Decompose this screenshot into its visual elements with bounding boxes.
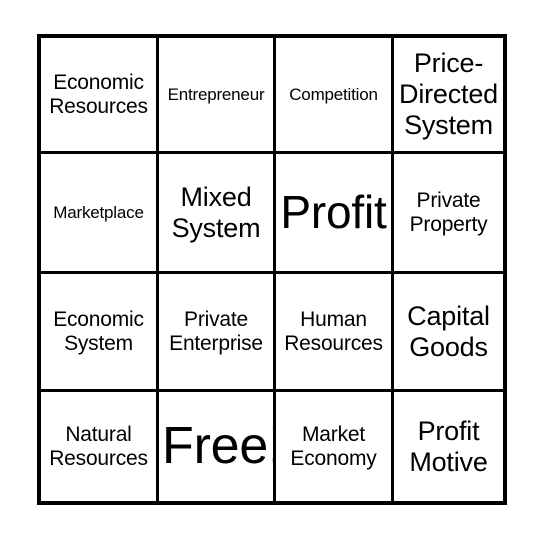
bingo-cell-r4c1[interactable]: Natural Resources [41, 392, 159, 501]
bingo-cell-label: Human Resources [284, 307, 383, 355]
bingo-cell-r3c3[interactable]: Human Resources [276, 274, 394, 392]
bingo-cell-r1c4[interactable]: Price- Directed System [394, 38, 503, 154]
bingo-cell-r1c3[interactable]: Competition [276, 38, 394, 154]
bingo-cell-r2c2[interactable]: Mixed System [159, 154, 276, 274]
bingo-cell-label: Market Economy [290, 422, 377, 470]
bingo-cell-r4c2[interactable]: Free! [159, 392, 276, 501]
bingo-cell-r1c2[interactable]: Entrepreneur [159, 38, 276, 154]
bingo-cell-label: Profit [280, 186, 387, 239]
bingo-cell-r4c3[interactable]: Market Economy [276, 392, 394, 501]
bingo-cell-r3c4[interactable]: Capital Goods [394, 274, 503, 392]
bingo-cell-label: Marketplace [53, 202, 144, 222]
bingo-cell-label: Economic Resources [49, 70, 148, 118]
bingo-cell-label: Capital Goods [407, 300, 490, 362]
bingo-cell-r2c4[interactable]: Private Property [394, 154, 503, 274]
bingo-cell-label: Economic System [53, 307, 144, 355]
bingo-cell-r3c1[interactable]: Economic System [41, 274, 159, 392]
bingo-cell-label: Entrepreneur [167, 84, 265, 104]
bingo-cell-label: Profit Motive [409, 415, 488, 477]
bingo-cell-label: Private Property [409, 188, 488, 236]
bingo-cell-r4c4[interactable]: Profit Motive [394, 392, 503, 501]
bingo-cell-label: Natural Resources [49, 422, 148, 470]
bingo-cell-r2c1[interactable]: Marketplace [41, 154, 159, 274]
bingo-cell-r3c2[interactable]: Private Enterprise [159, 274, 276, 392]
bingo-cell-label: Price- Directed System [399, 48, 498, 140]
bingo-cell-r2c3[interactable]: Profit [276, 154, 394, 274]
bingo-cell-r1c1[interactable]: Economic Resources [41, 38, 159, 154]
bingo-card-grid: Economic Resources Entrepreneur Competitio… [37, 34, 507, 505]
bingo-cell-label: Private Enterprise [169, 307, 263, 355]
bingo-cell-label: Competition [289, 84, 378, 104]
bingo-cell-label: Mixed System [171, 181, 261, 243]
bingo-cell-label: Free! [162, 416, 276, 475]
